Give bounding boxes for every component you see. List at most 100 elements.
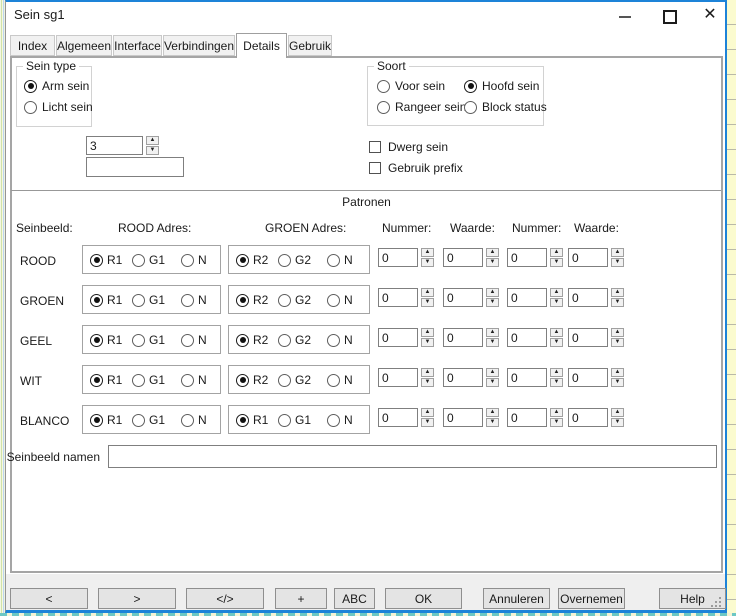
- radio-icon[interactable]: [327, 374, 340, 387]
- radio-icon[interactable]: [24, 101, 37, 114]
- radio-option[interactable]: G2: [278, 373, 311, 387]
- waarde-spinner[interactable]: ▲▼: [486, 408, 499, 427]
- radio-option[interactable]: G1: [132, 413, 165, 427]
- nummer-spinner[interactable]: ▲▼: [421, 248, 434, 267]
- spin-down-icon[interactable]: ▼: [146, 146, 159, 155]
- nummer-input[interactable]: [507, 328, 547, 347]
- spin-up-icon[interactable]: ▲: [611, 408, 624, 417]
- radio-icon[interactable]: [236, 374, 249, 387]
- waarde-spinner[interactable]: ▲▼: [486, 328, 499, 347]
- spin-up-icon[interactable]: ▲: [421, 328, 434, 337]
- radio-icon[interactable]: [236, 254, 249, 267]
- waarde-spinner[interactable]: ▲▼: [486, 368, 499, 387]
- radio-icon[interactable]: [132, 334, 145, 347]
- radio-icon[interactable]: [90, 374, 103, 387]
- nummer-spinner[interactable]: ▲▼: [550, 248, 563, 267]
- spin-down-icon[interactable]: ▼: [611, 258, 624, 267]
- spin-down-icon[interactable]: ▼: [486, 338, 499, 347]
- tab[interactable]: Algemeen: [56, 35, 112, 56]
- spin-up-icon[interactable]: ▲: [486, 288, 499, 297]
- radio-icon[interactable]: [132, 374, 145, 387]
- radio-option[interactable]: R2: [236, 253, 268, 267]
- radio-icon[interactable]: [90, 294, 103, 307]
- spin-down-icon[interactable]: ▼: [421, 338, 434, 347]
- resize-grip[interactable]: [711, 605, 713, 607]
- spin-up-icon[interactable]: ▲: [146, 136, 159, 145]
- radio-option[interactable]: G2: [278, 293, 311, 307]
- soort-radio-option[interactable]: Voor sein: [377, 79, 445, 93]
- spin-up-icon[interactable]: ▲: [486, 408, 499, 417]
- nummer-spinner[interactable]: ▲▼: [421, 408, 434, 427]
- soort-radio-option[interactable]: Block status: [464, 100, 547, 114]
- spin-up-icon[interactable]: ▲: [486, 248, 499, 257]
- radio-option[interactable]: G2: [278, 333, 311, 347]
- sein-type-radio-option[interactable]: Arm sein: [24, 79, 89, 93]
- radio-option[interactable]: N: [327, 373, 353, 387]
- radio-option[interactable]: G1: [278, 413, 311, 427]
- spin-down-icon[interactable]: ▼: [611, 298, 624, 307]
- radio-icon[interactable]: [278, 294, 291, 307]
- radio-option[interactable]: N: [181, 333, 207, 347]
- radio-icon[interactable]: [278, 254, 291, 267]
- waarde-input[interactable]: [443, 288, 483, 307]
- spin-up-icon[interactable]: ▲: [486, 328, 499, 337]
- spin-up-icon[interactable]: ▲: [550, 248, 563, 257]
- nummer-input[interactable]: [507, 288, 547, 307]
- spin-up-icon[interactable]: ▲: [486, 368, 499, 377]
- radio-option[interactable]: N: [181, 293, 207, 307]
- soort-radio-option[interactable]: Hoofd sein: [464, 79, 539, 93]
- nummer-input[interactable]: [378, 288, 418, 307]
- prefix-input[interactable]: [86, 157, 184, 177]
- nummer-spinner[interactable]: ▲▼: [421, 328, 434, 347]
- spin-up-icon[interactable]: ▲: [421, 248, 434, 257]
- nummer-spinner[interactable]: ▲▼: [550, 368, 563, 387]
- radio-icon[interactable]: [278, 414, 291, 427]
- waarde-spinner[interactable]: ▲▼: [611, 288, 624, 307]
- checkbox-row[interactable]: Dwerg sein: [369, 140, 448, 154]
- footer-button[interactable]: ABC: [334, 588, 375, 609]
- radio-option[interactable]: R1: [90, 373, 122, 387]
- waarde-spinner[interactable]: ▲▼: [486, 248, 499, 267]
- radio-icon[interactable]: [327, 414, 340, 427]
- tab[interactable]: Interface: [113, 35, 162, 56]
- tab[interactable]: Details: [236, 33, 287, 58]
- spin-up-icon[interactable]: ▲: [611, 328, 624, 337]
- spin-up-icon[interactable]: ▲: [421, 288, 434, 297]
- nummer-input[interactable]: [378, 248, 418, 267]
- radio-option[interactable]: R1: [90, 413, 122, 427]
- radio-icon[interactable]: [181, 374, 194, 387]
- radio-icon[interactable]: [327, 294, 340, 307]
- radio-option[interactable]: G1: [132, 373, 165, 387]
- nummer-input[interactable]: [378, 328, 418, 347]
- waarde-input[interactable]: [443, 328, 483, 347]
- radio-icon[interactable]: [377, 101, 390, 114]
- radio-option[interactable]: N: [327, 253, 353, 267]
- checkbox-row[interactable]: Gebruik prefix: [369, 161, 463, 175]
- seinbeelden-spinner[interactable]: ▲ ▼: [146, 136, 159, 155]
- waarde-spinner[interactable]: ▲▼: [611, 248, 624, 267]
- radio-option[interactable]: N: [327, 413, 353, 427]
- radio-option[interactable]: R2: [236, 293, 268, 307]
- seinbeeld-namen-input[interactable]: [108, 445, 717, 468]
- spin-down-icon[interactable]: ▼: [486, 298, 499, 307]
- nummer-spinner[interactable]: ▲▼: [421, 368, 434, 387]
- spin-down-icon[interactable]: ▼: [550, 298, 563, 307]
- checkbox-icon[interactable]: [369, 162, 381, 174]
- spin-up-icon[interactable]: ▲: [550, 328, 563, 337]
- spin-down-icon[interactable]: ▼: [421, 378, 434, 387]
- radio-option[interactable]: R1: [90, 253, 122, 267]
- spin-down-icon[interactable]: ▼: [486, 378, 499, 387]
- waarde-spinner[interactable]: ▲▼: [611, 328, 624, 347]
- waarde-input[interactable]: [568, 288, 608, 307]
- radio-icon[interactable]: [464, 101, 477, 114]
- nummer-spinner[interactable]: ▲▼: [550, 408, 563, 427]
- spin-down-icon[interactable]: ▼: [550, 378, 563, 387]
- sein-type-radio-option[interactable]: Licht sein: [24, 100, 93, 114]
- waarde-input[interactable]: [443, 368, 483, 387]
- footer-button[interactable]: </>: [186, 588, 264, 609]
- close-button[interactable]: ✕: [699, 5, 721, 25]
- footer-button[interactable]: <: [10, 588, 88, 609]
- radio-icon[interactable]: [236, 414, 249, 427]
- spin-up-icon[interactable]: ▲: [611, 288, 624, 297]
- radio-icon[interactable]: [278, 334, 291, 347]
